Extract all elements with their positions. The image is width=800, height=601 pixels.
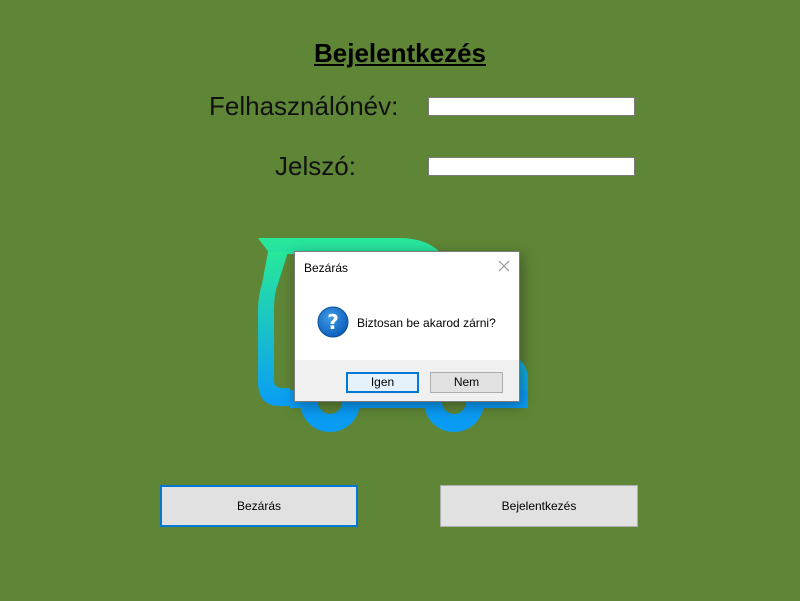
password-field[interactable] <box>428 157 635 176</box>
username-label: Felhasználónév: <box>209 91 399 121</box>
dialog-body: ? Biztosan be akarod zárni? <box>295 282 519 360</box>
dialog-title: Bezárás <box>304 261 349 275</box>
username-field[interactable] <box>428 97 635 116</box>
close-icon[interactable] <box>495 257 513 275</box>
page-title: Bejelentkezés <box>314 38 486 68</box>
question-icon: ? <box>317 306 349 338</box>
svg-text:?: ? <box>327 310 339 334</box>
dialog-titlebar[interactable]: Bezárás <box>295 252 519 282</box>
login-window: Bejelentkezés Felhasználónév: Jelszó: Be… <box>0 0 800 601</box>
close-button[interactable]: Bezárás <box>160 485 358 527</box>
password-label: Jelszó: <box>275 151 356 181</box>
dialog-footer: Igen Nem <box>295 360 519 401</box>
yes-button[interactable]: Igen <box>346 372 419 393</box>
confirm-dialog: Bezárás ? Biztosan be akarod zárni? Igen… <box>294 251 520 402</box>
dialog-message: Biztosan be akarod zárni? <box>357 316 496 330</box>
login-button[interactable]: Bejelentkezés <box>440 485 638 527</box>
no-button[interactable]: Nem <box>430 372 503 393</box>
